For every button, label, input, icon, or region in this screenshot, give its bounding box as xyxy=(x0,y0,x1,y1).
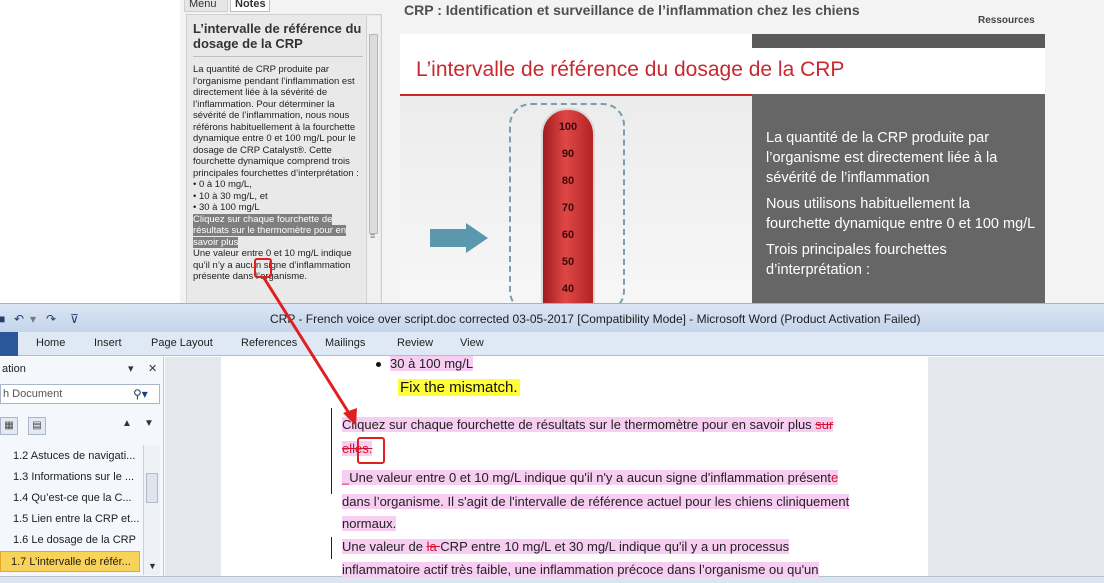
annotation-arrow-icon xyxy=(262,277,357,426)
